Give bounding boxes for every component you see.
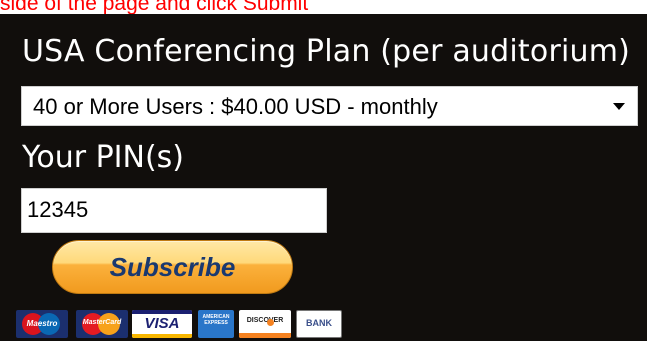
discover-icon: DISCOVER xyxy=(239,310,291,338)
plan-label: USA Conferencing Plan (per auditorium) xyxy=(22,34,631,69)
chevron-down-icon xyxy=(613,103,625,110)
bank-icon: BANK xyxy=(296,310,342,338)
subscribe-button-label: Subscribe xyxy=(109,252,236,282)
plan-select-value: 40 or More Users : $40.00 USD - monthly xyxy=(33,94,438,119)
pin-label: Your PIN(s) xyxy=(22,140,184,175)
plan-select[interactable]: 40 or More Users : $40.00 USD - monthly xyxy=(21,86,638,126)
maestro-icon: Maestro xyxy=(16,310,68,338)
amex-icon: AMERICAN EXPRESS xyxy=(198,310,234,338)
subscription-panel: USA Conferencing Plan (per auditorium) 4… xyxy=(0,14,647,341)
subscribe-button[interactable]: Subscribe xyxy=(52,240,293,294)
mastercard-icon: MasterCard xyxy=(76,310,128,338)
visa-icon: VISA xyxy=(132,310,192,338)
pin-input[interactable]: 12345 xyxy=(21,188,327,233)
